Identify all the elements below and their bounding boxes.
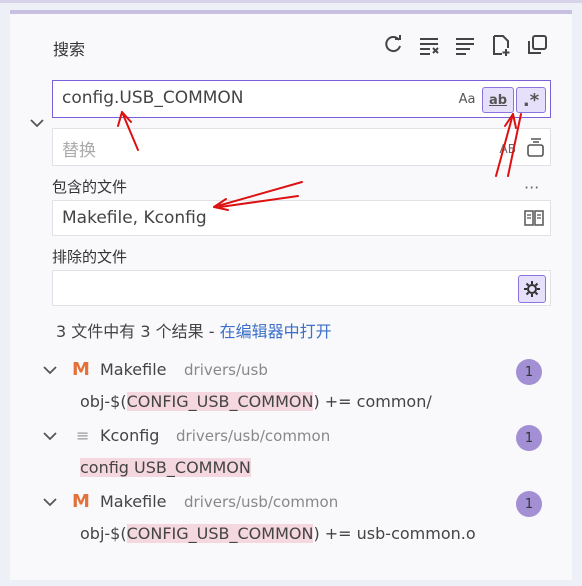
text-file-icon: ≡ bbox=[76, 426, 90, 445]
toggle-replace-chevron-icon[interactable] bbox=[28, 114, 48, 134]
clear-results-icon[interactable] bbox=[416, 32, 442, 58]
regex-toggle[interactable]: .* bbox=[516, 87, 546, 113]
toolbar bbox=[380, 32, 550, 58]
match-case-toggle[interactable]: Aa bbox=[454, 87, 480, 111]
replace-all-icon[interactable] bbox=[525, 136, 547, 162]
exclude-settings-toggle[interactable] bbox=[518, 275, 546, 303]
match-prefix: obj-$( bbox=[80, 392, 127, 411]
more-options-icon[interactable]: ··· bbox=[524, 178, 539, 197]
result-file-name: Kconfig bbox=[100, 426, 160, 445]
result-match-line[interactable]: config USB_COMMON bbox=[80, 458, 251, 477]
match-highlight: config USB_COMMON bbox=[80, 458, 251, 477]
result-file-row[interactable]: ≡ Kconfig drivers/usb/common 1 bbox=[10, 422, 572, 452]
result-file-name: Makefile bbox=[100, 360, 167, 379]
view-as-tree-icon[interactable] bbox=[524, 32, 550, 58]
makefile-icon: M bbox=[72, 491, 90, 512]
result-match-line[interactable]: obj-$(CONFIG_USB_COMMON) += usb-common.o bbox=[80, 524, 476, 543]
open-in-editor-link[interactable]: 在编辑器中打开 bbox=[220, 322, 332, 341]
search-input-value: config.USB_COMMON bbox=[62, 88, 244, 108]
replace-placeholder: 替换 bbox=[62, 141, 96, 161]
match-suffix: ) += usb-common.o bbox=[313, 524, 476, 543]
results-summary: 3 文件中有 3 个结果 - 在编辑器中打开 bbox=[56, 318, 332, 342]
result-count-badge: 1 bbox=[516, 491, 542, 517]
result-file-path: drivers/usb/common bbox=[184, 493, 339, 511]
match-highlight: CONFIG_USB_COMMON bbox=[126, 392, 314, 411]
gear-icon bbox=[524, 281, 540, 297]
exclude-label: 排除的文件 bbox=[52, 248, 128, 266]
match-highlight: CONFIG_USB_COMMON bbox=[126, 524, 314, 543]
chevron-down-icon[interactable] bbox=[42, 428, 60, 446]
collapse-all-icon[interactable] bbox=[452, 32, 478, 58]
chevron-down-icon[interactable] bbox=[42, 494, 60, 512]
include-label: 包含的文件 bbox=[52, 178, 128, 196]
chevron-down-icon[interactable] bbox=[42, 362, 60, 380]
result-file-path: drivers/usb bbox=[184, 361, 268, 379]
refresh-icon[interactable] bbox=[380, 32, 406, 58]
panel-title: 搜索 bbox=[53, 40, 86, 59]
open-editors-icon[interactable] bbox=[524, 209, 544, 232]
include-files-value: Makefile, Kconfig bbox=[62, 208, 207, 228]
new-search-editor-icon[interactable] bbox=[488, 32, 514, 58]
result-count-badge: 1 bbox=[516, 425, 542, 451]
preserve-case-toggle[interactable]: AB bbox=[500, 137, 516, 161]
result-match-line[interactable]: obj-$(CONFIG_USB_COMMON) += common/ bbox=[80, 392, 432, 411]
exclude-files-input[interactable] bbox=[52, 270, 551, 306]
replace-input[interactable]: 替换 AB bbox=[52, 128, 551, 166]
whole-word-toggle[interactable]: ab bbox=[482, 87, 514, 113]
result-file-path: drivers/usb/common bbox=[176, 427, 331, 445]
top-border bbox=[0, 0, 582, 3]
include-files-input[interactable]: Makefile, Kconfig bbox=[52, 200, 551, 236]
makefile-icon: M bbox=[72, 359, 90, 380]
result-file-row[interactable]: M Makefile drivers/usb/common 1 bbox=[10, 488, 572, 518]
match-prefix: obj-$( bbox=[80, 524, 127, 543]
result-file-name: Makefile bbox=[100, 492, 167, 511]
search-panel: 搜索 config.USB_COMMON Aa ab .* 替换 AB ··· … bbox=[10, 10, 572, 580]
search-input[interactable]: config.USB_COMMON Aa ab .* bbox=[52, 80, 551, 118]
result-file-row[interactable]: M Makefile drivers/usb 1 bbox=[10, 356, 572, 386]
summary-text: 3 文件中有 3 个结果 - bbox=[56, 322, 220, 341]
result-count-badge: 1 bbox=[516, 359, 542, 385]
match-suffix: ) += common/ bbox=[313, 392, 432, 411]
